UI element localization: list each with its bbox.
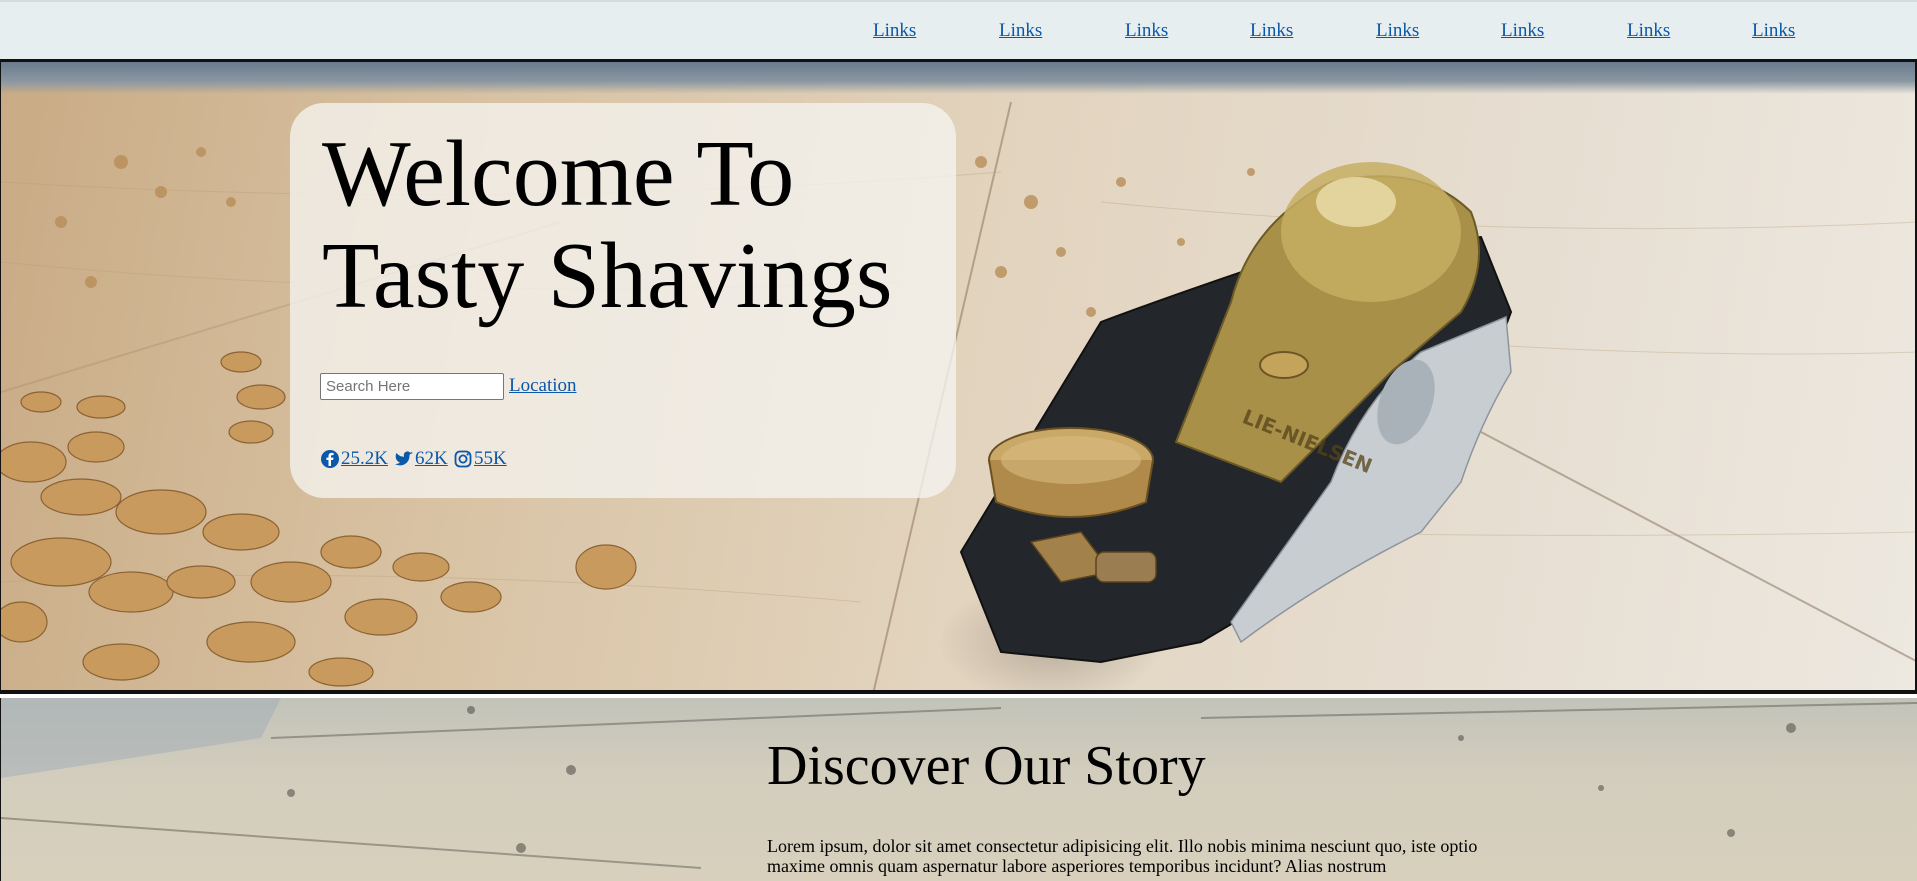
nav-link-1[interactable]: Links: [873, 20, 916, 42]
nav-link-8[interactable]: Links: [1752, 20, 1795, 42]
hero-title: Welcome To Tasty Shavings: [322, 122, 893, 328]
hero-card: Welcome To Tasty Shavings Location 25.2K…: [290, 103, 956, 498]
nav-link-2[interactable]: Links: [999, 20, 1042, 42]
instagram-link[interactable]: 55K: [453, 448, 507, 470]
facebook-icon: [321, 450, 339, 468]
nav-link-5[interactable]: Links: [1376, 20, 1419, 42]
hero-section: LIE-NIELSEN Welcome To Tasty Shavings Lo…: [0, 62, 1917, 694]
block-plane-illustration: LIE-NIELSEN: [959, 162, 1513, 664]
nav-link-7[interactable]: Links: [1627, 20, 1670, 42]
top-nav: Links Links Links Links Links Links Link…: [0, 0, 1917, 62]
location-link[interactable]: Location: [509, 375, 577, 397]
story-title: Discover Our Story: [767, 735, 1206, 797]
search-input[interactable]: [320, 373, 504, 400]
twitter-link[interactable]: 62K: [394, 448, 448, 470]
story-section: Discover Our Story Lorem ipsum, dolor si…: [0, 698, 1917, 881]
facebook-count: 25.2K: [341, 448, 388, 469]
nav-link-4[interactable]: Links: [1250, 20, 1293, 42]
facebook-link[interactable]: 25.2K: [320, 448, 388, 470]
nav-link-3[interactable]: Links: [1125, 20, 1168, 42]
instagram-icon: [454, 450, 472, 468]
instagram-count: 55K: [474, 448, 507, 469]
story-text: Lorem ipsum, dolor sit amet consectetur …: [767, 836, 1478, 876]
twitter-count: 62K: [415, 448, 448, 469]
hero-background-image: LIE-NIELSEN: [1, 101, 1915, 690]
twitter-icon: [394, 451, 413, 466]
nav-link-6[interactable]: Links: [1501, 20, 1544, 42]
